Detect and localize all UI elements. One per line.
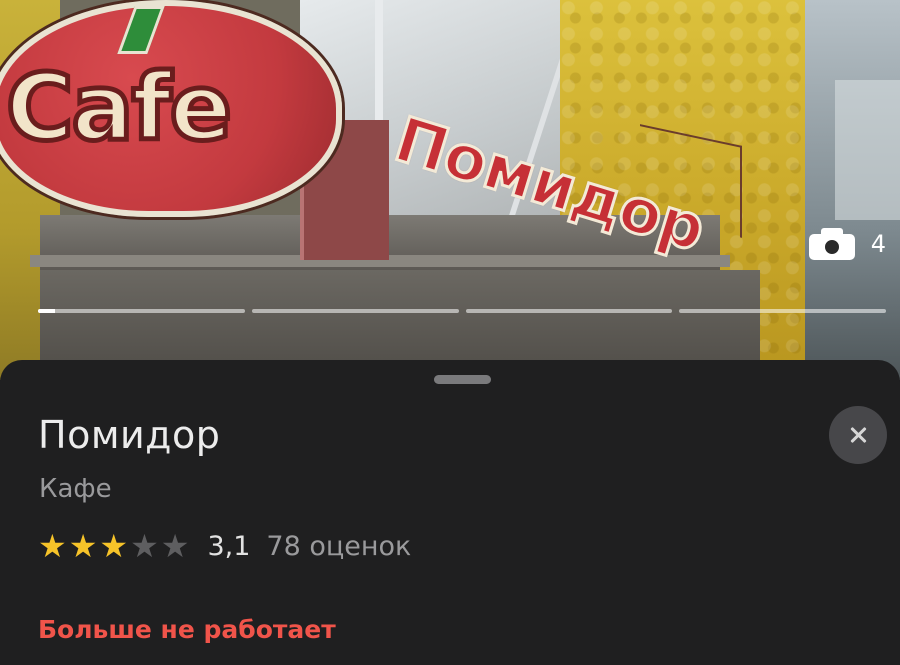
place-photo[interactable]: Cafe Помидор 4: [0, 0, 900, 380]
place-card-sheet: Помидор Кафе ★ ★ ★ ★ ★ 3,1 78 оценок Больше …: [0, 360, 900, 665]
star-icon: ★: [99, 527, 129, 565]
rating-row[interactable]: ★ ★ ★ ★ ★ 3,1 78 оценок: [38, 530, 411, 562]
close-button[interactable]: [829, 406, 887, 464]
camera-icon: [808, 228, 855, 260]
place-title: Помидор: [38, 413, 221, 457]
rating-count: 78 оценок: [266, 530, 412, 562]
star-icon: ★: [160, 527, 190, 565]
photo-counter[interactable]: 4: [808, 228, 886, 260]
photo-cafe-lettering: Cafe: [3, 52, 234, 164]
photo-tomato-sign: Cafe: [0, 0, 342, 217]
star-icon: ★: [130, 527, 159, 565]
photo-progress-segment: [251, 309, 459, 313]
close-icon: [850, 427, 866, 443]
photo-progress-segment: [465, 309, 673, 313]
star-icon: ★: [68, 527, 98, 565]
sheet-drag-handle[interactable]: [434, 375, 491, 384]
star-icon: ★: [38, 527, 67, 565]
photo-leaf: [117, 6, 165, 54]
closed-status: Больше не работает: [38, 615, 336, 644]
rating-stars: ★ ★ ★ ★ ★: [38, 530, 189, 562]
photo-progress-segment: [38, 309, 245, 313]
photo-bg-glass: [805, 0, 900, 380]
rating-value: 3,1: [207, 530, 251, 562]
photo-progress: [38, 309, 886, 313]
photo-progress-fill: [38, 309, 55, 313]
place-category: Кафе: [39, 474, 112, 504]
photo-count: 4: [870, 230, 886, 258]
photo-progress-segment: [679, 309, 886, 313]
